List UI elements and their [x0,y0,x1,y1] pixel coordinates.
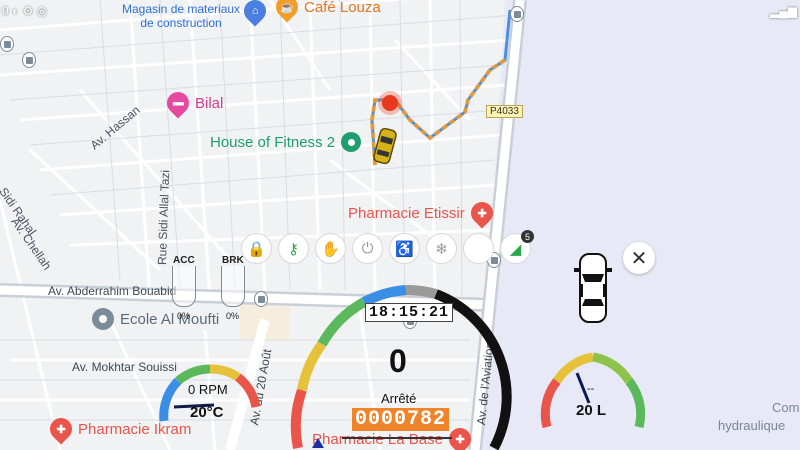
poi-fitness[interactable]: House of Fitness 2 [210,132,362,152]
bus-stop-icon[interactable] [510,6,524,22]
poi-ecole[interactable]: Ecole Al Moufti [92,308,219,330]
status-icons: 0 ◐ ⚙ ◎ [2,4,48,18]
key-icon: ⚷ [288,240,299,258]
snowflake-icon: ❄ [435,240,448,258]
signal-badge: 5 [521,230,534,243]
acc-label: ACC [173,255,195,266]
acc-value: 0% [177,311,191,321]
pharmacy-pin-icon: ✚ [466,197,498,229]
fuel-tick: -- [587,383,595,395]
odometer-display: 0000782 [352,408,450,431]
map-view[interactable]: 0 ◐ ⚙ ◎ ▂▄▆ Magasin de materiaux de cons… [0,0,800,450]
hotel-pin-icon: ▬ [162,87,194,119]
brk-label: BRK [222,255,244,266]
poi-bilal-label: Bilal [195,94,224,112]
poi-etissir-label: Pharmacie Etissir [348,204,465,222]
poi-materials-label[interactable]: Magasin de materiaux de construction [122,2,240,30]
bus-stop-icon[interactable] [0,36,14,52]
rpm-value: 0 RPM [188,382,228,397]
bus-stop-icon[interactable] [22,52,36,68]
bus-stop-icon[interactable] [254,291,268,307]
hand-icon: ✋ [321,240,340,258]
clock-display: 18:15:21 [365,303,454,322]
acc-pedal-bar [172,266,196,307]
temperature-value: 20°C [190,404,224,421]
seat-icon: ♿ [395,240,414,258]
power-button[interactable]: ⏻ [352,233,383,264]
poi-etissir[interactable]: Pharmacie Etissir ✚ [348,197,498,229]
close-button[interactable]: ✕ [623,242,655,274]
lock-icon: 🔒 [247,240,266,258]
poi-cafe[interactable]: ☕ Café Louza [271,0,381,23]
poi-ecole-label: Ecole Al Moufti [120,310,220,328]
seat-button[interactable]: ♿ [389,233,420,264]
signal-icon: ◢ [509,240,522,258]
fuel-value: 20 L [576,402,607,419]
hand-button[interactable]: ✋ [315,233,346,264]
pharmacy-pin-icon: ✚ [45,413,77,445]
signal-button[interactable]: ◢ 5 [500,230,534,264]
brk-value: 0% [226,311,240,321]
snow-button[interactable]: ❄ [426,233,457,264]
school-icon [92,308,114,330]
vehicle-status: Arrêté [381,391,417,406]
lock-button[interactable]: 🔒 [241,233,272,264]
poi-bilal[interactable]: ▬ Bilal [162,87,224,119]
key-button[interactable]: ⚷ [278,233,309,264]
blank-button[interactable] [463,233,494,264]
road-label: Av. Abderrahim Bouabid [48,284,177,298]
gym-icon [341,132,362,152]
poi-cafe-label: Café Louza [304,0,381,16]
poi-hydraulique-label: hydraulique [718,418,786,433]
road-shield: P4033 [486,105,523,118]
poi-materials[interactable]: ⌂ [239,0,271,27]
poi-com-label: Com [772,400,800,415]
brk-pedal-bar [221,266,245,307]
poi-fitness-label: House of Fitness 2 [210,133,336,151]
power-icon: ⏻ [361,240,374,257]
speed-value: 0 [389,343,407,379]
vehicle-outline-icon [574,253,612,323]
signal-status-icon: ▂▄▆ [770,4,797,18]
close-icon: ✕ [630,247,648,270]
